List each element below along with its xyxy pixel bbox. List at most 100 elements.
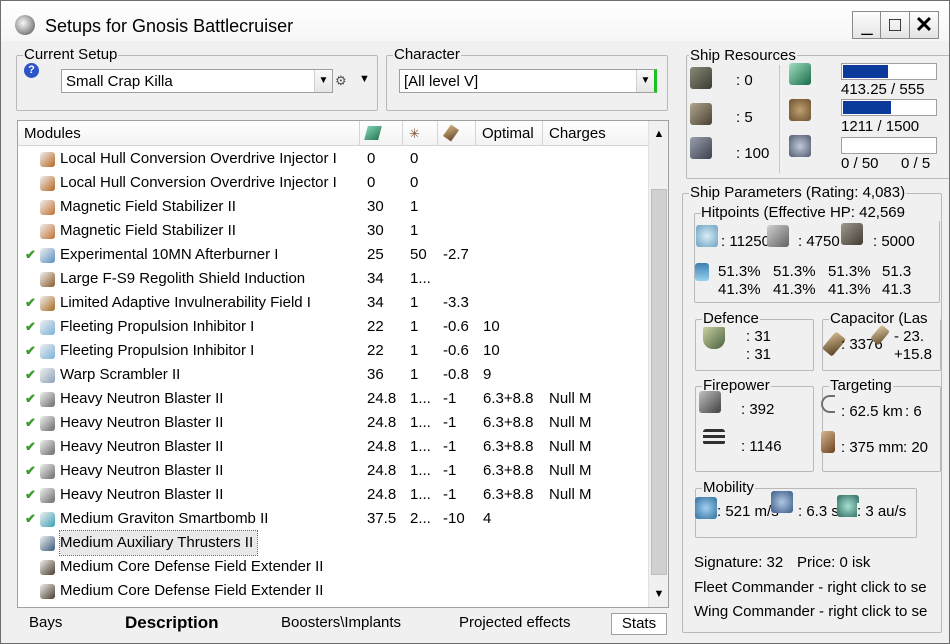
setup-combo-value: Small Crap Killa <box>66 73 173 90</box>
stabilizer-icon <box>40 224 55 239</box>
chevron-down-icon[interactable]: ▼ <box>636 70 654 92</box>
module-optimal: 9 <box>483 366 492 383</box>
scan-resolution-value: : 375 mm <box>841 439 904 456</box>
col-modules[interactable]: Modules <box>18 121 360 146</box>
col-cpu[interactable] <box>360 121 403 146</box>
module-name: Limited Adaptive Invulnerability Field I <box>60 294 311 311</box>
hitpoints-label: Hitpoints (Effective HP: 42,569 <box>701 204 941 221</box>
module-cpu: 0 <box>367 150 376 167</box>
scrambler-icon <box>40 368 55 383</box>
powergrid-icon <box>789 99 811 121</box>
title-bar[interactable]: Setups for Gnosis Battlecruiser _ □ ✕ <box>1 1 949 41</box>
chevron-down-icon[interactable]: ▼ <box>314 70 332 92</box>
module-row[interactable]: Magnetic Field Stabilizer II 30 1 <box>18 219 648 243</box>
module-row[interactable]: ✔ Fleeting Propulsion Inhibitor I 22 1 -0.6 1… <box>18 339 648 363</box>
module-charges: Null M <box>549 414 592 431</box>
setup-combo[interactable]: Small Crap Killa ▼ <box>61 69 333 93</box>
shield-rig-icon <box>40 272 55 287</box>
scroll-up-icon[interactable]: ▲ <box>649 123 668 145</box>
module-row[interactable]: ✔ Heavy Neutron Blaster II 24.8 1... -1 6.3+8… <box>18 459 648 483</box>
col-capacitor[interactable] <box>438 121 476 146</box>
close-button[interactable]: ✕ <box>909 11 939 39</box>
drone-bay-icon <box>690 137 712 159</box>
active-check-icon[interactable]: ✔ <box>25 363 36 387</box>
module-row[interactable]: Medium Auxiliary Thrusters II <box>18 530 648 556</box>
module-powergrid: 1... <box>410 390 431 407</box>
target-range-value: : 62.5 km <box>841 403 903 420</box>
hull-module-icon <box>40 152 55 167</box>
resist-value: 51.3% <box>773 263 816 280</box>
module-cpu: 30 <box>367 198 384 215</box>
module-powergrid: 1 <box>410 222 419 239</box>
module-cpu: 22 <box>367 318 384 335</box>
active-check-icon[interactable]: ✔ <box>25 291 36 315</box>
module-capacitor: -2.7 <box>443 246 469 263</box>
tab-boosters-implants[interactable]: Boosters\Implants <box>281 611 401 635</box>
wing-commander-slot[interactable]: Wing Commander - right click to se <box>694 603 934 620</box>
setup-options-icon[interactable]: ⚙ <box>335 73 347 89</box>
scroll-down-icon[interactable]: ▼ <box>649 583 668 605</box>
window-title: Setups for Gnosis Battlecruiser <box>45 16 294 36</box>
module-row[interactable]: Local Hull Conversion Overdrive Injector… <box>18 147 648 171</box>
volley-icon <box>703 429 725 445</box>
module-row[interactable]: ✔ Heavy Neutron Blaster II 24.8 1... -1 6.3+8… <box>18 483 648 507</box>
active-check-icon[interactable]: ✔ <box>25 435 36 459</box>
defence-label: Defence <box>702 310 760 327</box>
setup-menu-arrow-icon[interactable]: ▼ <box>359 73 370 85</box>
col-optimal[interactable]: Optimal <box>476 121 543 146</box>
drone-capacity: : 100 <box>736 145 770 162</box>
active-check-icon[interactable]: ✔ <box>25 411 36 435</box>
maximize-button[interactable]: □ <box>880 11 910 39</box>
module-row[interactable]: ✔ Heavy Neutron Blaster II 24.8 1... -1 6.3+8… <box>18 411 648 435</box>
active-check-icon[interactable]: ✔ <box>25 483 36 507</box>
module-row[interactable]: Medium Core Defense Field Extender II <box>18 555 648 579</box>
module-powergrid: 1... <box>410 270 431 287</box>
shield-extender-rig-icon <box>40 584 55 599</box>
active-check-icon[interactable]: ✔ <box>25 459 36 483</box>
active-check-icon[interactable]: ✔ <box>25 243 36 267</box>
active-check-icon[interactable]: ✔ <box>25 315 36 339</box>
help-icon[interactable]: ? <box>24 63 39 78</box>
module-cpu: 24.8 <box>367 462 397 479</box>
dps-value: : 392 <box>741 401 775 418</box>
module-capacitor: -1 <box>443 438 457 455</box>
shield-extender-rig-icon <box>40 560 55 575</box>
armor-hp: : 4750 <box>798 233 840 250</box>
scroll-thumb[interactable] <box>651 189 667 575</box>
minimize-button[interactable]: _ <box>852 11 882 39</box>
character-combo[interactable]: [All level V] ▼ <box>399 69 657 93</box>
module-row[interactable]: ✔ Fleeting Propulsion Inhibitor I 22 1 -0.6 1… <box>18 315 648 339</box>
module-optimal: 6.3+8.8 <box>483 438 534 455</box>
module-row[interactable]: ✔ Experimental 10MN Afterburner I 25 50 -2.7 <box>18 243 648 267</box>
target-range-icon <box>821 395 835 413</box>
module-row[interactable]: Large F-S9 Regolith Shield Induction 34 1.… <box>18 267 648 291</box>
col-charges[interactable]: Charges <box>543 121 648 146</box>
module-cpu: 22 <box>367 342 384 359</box>
tab-stats[interactable]: Stats <box>611 613 667 635</box>
modules-list[interactable]: Modules ✳ Optimal Charges Local Hull Con… <box>17 120 669 608</box>
active-check-icon[interactable]: ✔ <box>25 507 36 531</box>
module-capacitor: -0.6 <box>443 342 469 359</box>
mobility-label: Mobility <box>702 479 755 496</box>
tab-description[interactable]: Description <box>125 611 219 635</box>
module-row[interactable]: ✔ Heavy Neutron Blaster II 24.8 1... -1 6.3+8… <box>18 387 648 411</box>
module-row[interactable]: Local Hull Conversion Overdrive Injector… <box>18 171 648 195</box>
module-powergrid: 50 <box>410 246 427 263</box>
module-row[interactable]: ✔ Limited Adaptive Invulnerability Field … <box>18 291 648 315</box>
tab-projected-effects[interactable]: Projected effects <box>459 611 570 635</box>
fleet-commander-slot[interactable]: Fleet Commander - right click to se <box>694 579 934 596</box>
col-powergrid[interactable]: ✳ <box>403 121 438 146</box>
hull-module-icon <box>40 176 55 191</box>
module-row[interactable]: ✔ Warp Scrambler II 36 1 -0.8 9 <box>18 363 648 387</box>
modules-scrollbar[interactable]: ▲ ▼ <box>648 121 668 607</box>
active-check-icon[interactable]: ✔ <box>25 339 36 363</box>
module-charges: Null M <box>549 462 592 479</box>
tab-bays[interactable]: Bays <box>29 611 62 635</box>
module-row[interactable]: ✔ Heavy Neutron Blaster II 24.8 1... -1 6.3+8… <box>18 435 648 459</box>
current-setup-label: Current Setup <box>23 46 119 63</box>
module-row[interactable]: Medium Core Defense Field Extender II <box>18 579 648 603</box>
module-cpu: 30 <box>367 222 384 239</box>
module-row[interactable]: Magnetic Field Stabilizer II 30 1 <box>18 195 648 219</box>
active-check-icon[interactable]: ✔ <box>25 387 36 411</box>
module-row[interactable]: ✔ Medium Graviton Smartbomb II 37.5 2... -10… <box>18 507 648 531</box>
